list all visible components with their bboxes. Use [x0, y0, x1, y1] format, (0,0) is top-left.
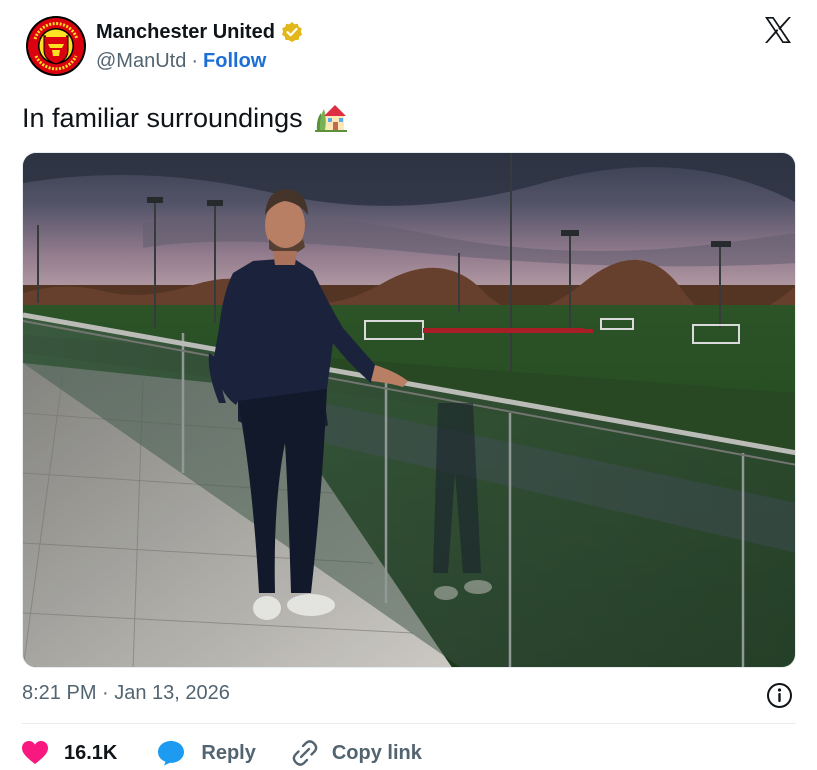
follow-button[interactable]: Follow	[203, 50, 266, 73]
author-name[interactable]: Manchester United	[96, 21, 275, 44]
author-name-row: Manchester United	[96, 18, 303, 46]
action-bar: 16.1K Reply Copy link	[22, 736, 422, 770]
info-circle-icon[interactable]	[766, 682, 793, 709]
house-with-garden-emoji-icon	[315, 105, 348, 132]
tweet-embed-card: Manchester United @ManUtd · Follow In fa…	[0, 0, 817, 770]
speech-bubble-icon	[158, 741, 185, 766]
reply-label: Reply	[201, 741, 256, 764]
reply-button[interactable]: Reply	[157, 740, 256, 766]
divider	[22, 723, 796, 724]
photo-image	[23, 153, 795, 667]
handle-row: @ManUtd · Follow	[96, 46, 303, 76]
copy-link-button[interactable]: Copy link	[292, 740, 422, 766]
verified-badge-icon	[281, 22, 302, 42]
author-handle[interactable]: @ManUtd	[96, 50, 186, 73]
tweet-photo[interactable]	[22, 152, 796, 668]
tweet-text: In familiar surroundings	[22, 100, 348, 136]
copy-link-label: Copy link	[331, 741, 422, 764]
separator-dot: ·	[191, 49, 199, 72]
like-button[interactable]: 16.1K	[22, 741, 117, 765]
author-block: Manchester United @ManUtd · Follow	[96, 18, 303, 76]
link-icon	[292, 740, 318, 766]
avatar[interactable]	[22, 12, 90, 80]
likes-count: 16.1K	[64, 741, 118, 764]
heart-icon	[22, 741, 48, 764]
tweet-text-content: In familiar surroundings	[22, 103, 303, 133]
timestamp[interactable]: 8:21 PM · Jan 13, 2026	[22, 682, 230, 705]
manchester-united-crest-icon	[26, 16, 86, 76]
x-logo-icon[interactable]	[762, 14, 794, 46]
